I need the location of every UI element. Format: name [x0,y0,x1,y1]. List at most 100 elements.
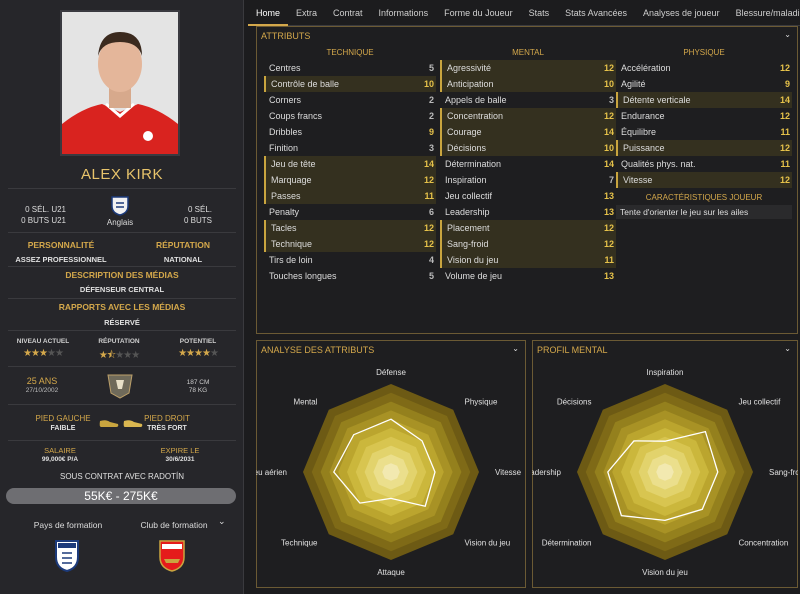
attribute-row[interactable]: Décisions 10 [440,140,616,156]
attribute-name: Inspiration [445,175,487,185]
attribute-value: 2 [428,111,434,121]
chevron-down-icon[interactable]: ⌄ [784,344,791,353]
attribute-row[interactable]: Tacles 12 [264,220,436,236]
potential-label: POTENTIEL [179,338,217,345]
attribute-row[interactable]: Endurance 12 [616,108,792,124]
radar-axis-label: Leadership [532,468,562,477]
attribute-analysis-title: ANALYSE DES ATTRIBUTS [261,345,375,355]
attribute-row[interactable]: Leadership 13 [440,204,616,220]
traits-header: CARACTÉRISTIQUES JOUEUR [645,193,763,202]
attribute-row[interactable]: Passes 11 [264,188,436,204]
attribute-row[interactable]: Sang-froid 12 [440,236,616,252]
attribute-value: 2 [428,95,434,105]
attribute-row[interactable]: Agilité 9 [616,76,792,92]
tab-8[interactable]: Blessure/maladie [728,8,800,18]
attribute-row[interactable]: Agressivité 12 [440,60,616,76]
chevron-down-icon[interactable]: ⌄ [218,516,226,527]
attribute-name: Décisions [447,143,487,153]
attribute-value: 11 [604,255,614,265]
radar-axis-label: Physique [465,397,498,406]
tab-5[interactable]: Stats [521,8,558,18]
physical-header: PHYSIQUE [683,48,725,57]
attribute-row[interactable]: Appels de balle 3 [440,92,616,108]
attribute-value: 10 [603,79,614,89]
radar-axis-label: Inspiration [647,368,684,377]
attribute-value: 9 [784,79,790,89]
attribute-name: Dribbles [269,127,303,137]
attribute-value: 12 [423,223,434,233]
attribute-row[interactable]: Contrôle de balle 10 [264,76,436,92]
date-of-birth: 27/10/2002 [25,387,59,394]
attribute-row[interactable]: Inspiration 7 [440,172,616,188]
attribute-name: Coups francs [269,111,323,121]
attribute-name: Penalty [269,207,300,217]
attribute-value: 14 [603,127,614,137]
tab-6[interactable]: Stats Avancées [557,8,635,18]
attribute-row[interactable]: Détermination 14 [440,156,616,172]
attribute-row[interactable]: Penalty 6 [264,204,436,220]
attribute-name: Vitesse [623,175,653,185]
attribute-row[interactable]: Vitesse 12 [616,172,792,188]
radar-axis-label: Détermination [542,539,592,548]
radar-axis-label: Vitesse [495,468,522,477]
attribute-value: 14 [423,159,434,169]
personality-value: ASSEZ PROFESSIONNEL [15,255,107,264]
attribute-row[interactable]: Technique 12 [264,236,436,252]
current-ability-label: NIVEAU ACTUEL [16,338,70,345]
radar-axis-label: Jeu aérien [256,468,287,477]
attribute-row[interactable]: Jeu de tête 14 [264,156,436,172]
weight: 78 KG [188,387,208,394]
attribute-row[interactable]: Tirs de loin 4 [264,252,436,268]
media-description-value: DÉFENSEUR CENTRAL [79,285,165,294]
attribute-row[interactable]: Coups francs 2 [264,108,436,124]
player-photo [60,10,180,156]
attribute-value: 12 [779,111,790,121]
tab-2[interactable]: Contrat [325,8,371,18]
mental-header: MENTAL [512,48,544,57]
chevron-down-icon[interactable]: ⌄ [512,344,519,353]
radar-axis-label: Technique [281,539,318,548]
radar-axis-label: Concentration [739,539,789,548]
attribute-value: 13 [603,191,614,201]
attribute-name: Détermination [445,159,502,169]
attribute-row[interactable]: Équilibre 11 [616,124,792,140]
tab-0[interactable]: Home [248,8,289,26]
chevron-down-icon[interactable]: ⌄ [784,30,791,39]
attribute-row[interactable]: Accélération 12 [616,60,792,76]
tab-4[interactable]: Forme du Joueur [436,8,521,18]
attribute-row[interactable]: Jeu collectif 13 [440,188,616,204]
attribute-row[interactable]: Centres 5 [264,60,436,76]
attribute-row[interactable]: Détente verticale 14 [616,92,792,108]
attribute-name: Accélération [621,63,671,73]
attribute-row[interactable]: Concentration 12 [440,108,616,124]
attribute-value: 3 [608,95,614,105]
attribute-name: Jeu de tête [271,159,316,169]
attribute-row[interactable]: Dribbles 9 [264,124,436,140]
attribute-row[interactable]: Anticipation 10 [440,76,616,92]
player-name: ALEX KIRK [80,166,164,183]
formation-country-label: Pays de formation [33,520,103,530]
england-crest-icon [111,196,129,216]
formation-club-label: Club de formation [140,520,208,530]
attribute-row[interactable]: Finition 3 [264,140,436,156]
attribute-row[interactable]: Corners 2 [264,92,436,108]
attribute-value: 5 [428,63,434,73]
mental-radar-chart: Inspiration Jeu collectif Sang-froid Concen… [532,368,798,577]
attribute-name: Marquage [271,175,312,185]
attribute-row[interactable]: Qualités phys. nat. 11 [616,156,792,172]
attribute-row[interactable]: Touches longues 5 [264,268,436,284]
attribute-row[interactable]: Vision du jeu 11 [440,252,616,268]
attribute-row[interactable]: Placement 12 [440,220,616,236]
attribute-row[interactable]: Puissance 12 [616,140,792,156]
tab-3[interactable]: Informations [371,8,437,18]
height: 187 CM [186,379,210,386]
radar-axis-label: Attaque [377,568,405,577]
tab-1[interactable]: Extra [288,8,325,18]
attribute-row[interactable]: Courage 14 [440,124,616,140]
tab-7[interactable]: Analyses de joueur [635,8,728,18]
attribute-row[interactable]: Volume de jeu 13 [440,268,616,284]
attribute-value: 9 [428,127,434,137]
attribute-row[interactable]: Marquage 12 [264,172,436,188]
attribute-name: Concentration [447,111,504,121]
value-range-bar[interactable]: 55K€ - 275K€ [6,488,236,504]
